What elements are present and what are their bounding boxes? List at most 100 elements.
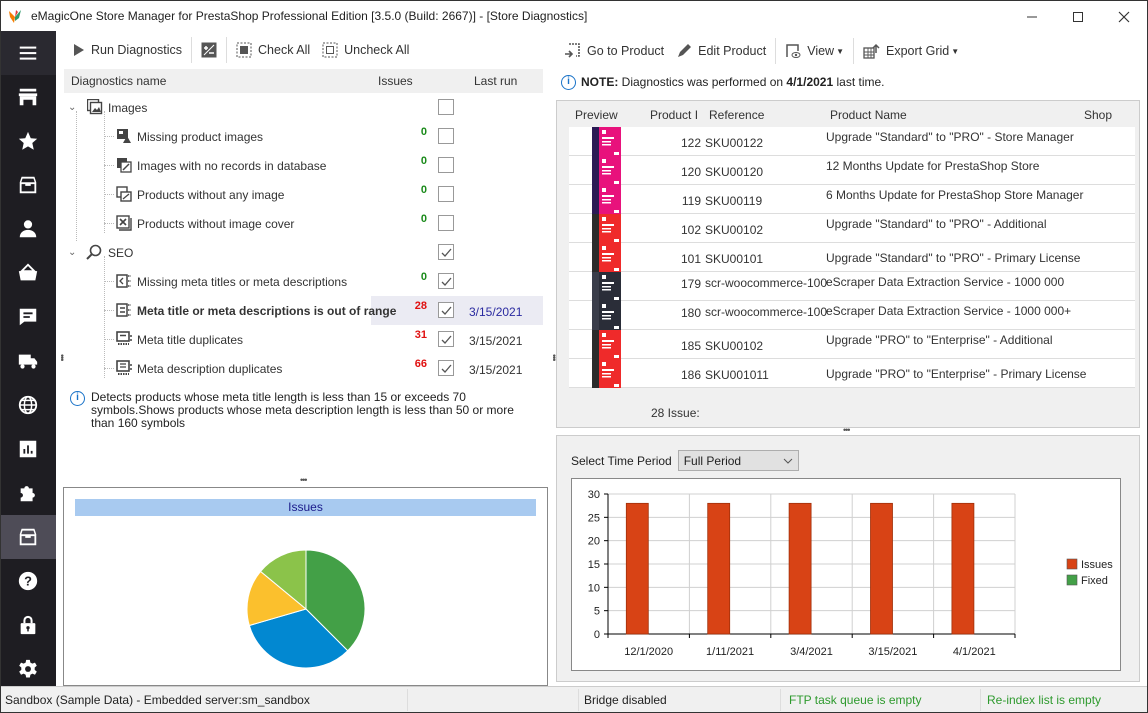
chart-icon (19, 440, 37, 458)
maximize-button[interactable] (1055, 1, 1101, 32)
chevron-down-icon[interactable]: ⌄ (68, 247, 76, 258)
dropdown-arrow-icon: ▼ (951, 46, 960, 56)
sidebar-item-messages[interactable] (0, 295, 56, 339)
row-checkbox[interactable] (438, 128, 454, 144)
truck-icon (18, 354, 38, 369)
sidebar-item-orders[interactable] (0, 251, 56, 295)
product-row[interactable]: 120 SKU00120 12 Months Update for PrestaSh… (569, 156, 1135, 185)
column-header-shop[interactable]: Shop (1084, 108, 1112, 122)
product-row[interactable]: 119 SKU00119 6 Months Update for PrestaSho… (569, 185, 1135, 214)
product-reference: SKU00120 (705, 165, 764, 179)
history-chart-panel: Select Time Period Full Period 0 5 10 15 20 2… (556, 435, 1140, 682)
run-diagnostics-button[interactable]: Run Diagnostics (70, 41, 185, 59)
toolbar-separator (226, 37, 228, 63)
legend-swatch-fixed (1066, 574, 1078, 586)
check-icon (441, 248, 451, 257)
row-checkbox[interactable] (438, 360, 454, 376)
sidebar-item-catalog[interactable] (0, 163, 56, 207)
product-thumbnail (592, 330, 621, 359)
go-to-product-button[interactable]: Go to Product (561, 41, 667, 61)
sidebar-item-reports[interactable] (0, 427, 56, 471)
minimize-button[interactable] (1009, 1, 1055, 32)
tree-row[interactable]: Missing product images 0 (64, 122, 543, 151)
sidebar-item-settings[interactable] (0, 647, 56, 691)
row-checkbox[interactable] (438, 302, 454, 318)
product-row[interactable]: 185 SKU00102 Upgrade "PRO" to "Enterprise"… (569, 330, 1135, 359)
y-tick-label: 15 (588, 559, 600, 571)
column-header-issues[interactable]: Issues (378, 74, 413, 88)
chevron-down-icon[interactable]: ⌄ (68, 102, 76, 113)
product-thumbnail (592, 127, 621, 156)
row-checkbox[interactable] (438, 215, 454, 231)
sidebar-item-favorites[interactable] (0, 119, 56, 163)
column-header-last-run[interactable]: Last run (474, 74, 517, 88)
column-header-name[interactable]: Diagnostics name (71, 74, 166, 88)
group-checkbox-seo[interactable] (438, 244, 454, 260)
group-checkbox-images[interactable] (438, 99, 454, 115)
sidebar-item-addons[interactable] (0, 471, 56, 515)
issue-count: 31 (414, 329, 427, 341)
issue-count: 0 (420, 271, 427, 283)
product-row[interactable]: 102 SKU00102 Upgrade "Standard" to "PRO" -… (569, 214, 1135, 243)
uncheck-all-button[interactable]: Uncheck All (319, 40, 412, 60)
row-checkbox[interactable] (438, 157, 454, 173)
hamburger-icon (19, 46, 37, 60)
product-row[interactable]: 122 SKU00122 Upgrade "Standard" to "PRO" -… (569, 127, 1135, 156)
view-dropdown-button[interactable]: View ▼ (782, 41, 847, 61)
status-connection: Sandbox (Sample Data) - Embedded server:… (5, 693, 310, 707)
check-all-button[interactable]: Check All (233, 40, 313, 60)
product-row[interactable]: 101 SKU00101 Upgrade "Standard" to "PRO" -… (569, 243, 1135, 272)
expand-collapse-button[interactable] (198, 40, 220, 60)
legend-label-issues: Issues (1081, 559, 1113, 571)
basket-icon (18, 263, 38, 281)
product-row[interactable]: 186 SKU001011 Upgrade "PRO" to "Enterprise… (569, 359, 1135, 388)
product-reference: SKU00102 (705, 339, 764, 353)
row-checkbox[interactable] (438, 186, 454, 202)
status-bar: Sandbox (Sample Data) - Embedded server:… (0, 686, 1148, 713)
tree-group-images[interactable]: ⌄ Images (64, 93, 543, 122)
last-run-date: 3/15/2021 (469, 305, 523, 319)
column-header-product-id[interactable]: Product I (650, 108, 698, 122)
splitter-handle[interactable]: ••• (843, 425, 851, 435)
results-toolbar: Go to Product Edit Product View ▼ Export… (556, 31, 1148, 71)
issue-count: 0 (420, 213, 427, 225)
tree-row-selected[interactable]: Meta title or meta descriptions is out o… (64, 296, 543, 325)
left-splitter-handle[interactable]: ••• (57, 354, 67, 360)
sidebar-item-localization[interactable] (0, 383, 56, 427)
bar-issues-4 (951, 502, 975, 635)
column-header-preview[interactable]: Preview (575, 108, 618, 122)
product-row[interactable]: 180 scr-woocommerce-100 eScraper Data Extr… (569, 301, 1135, 330)
sidebar-item-menu[interactable] (0, 31, 56, 75)
row-checkbox[interactable] (438, 331, 454, 347)
tree-row[interactable]: Products without any image 0 (64, 180, 543, 209)
sidebar-item-store-diagnostics[interactable] (0, 515, 56, 559)
time-period-dropdown[interactable]: Full Period (677, 450, 799, 471)
tree-row[interactable]: Meta description duplicates 66 3/15/2021 (64, 354, 543, 383)
sidebar-item-shipping[interactable] (0, 339, 56, 383)
export-grid-button[interactable]: Export Grid ▼ (860, 41, 962, 61)
tree-row[interactable]: Images with no records in database 0 (64, 151, 543, 180)
sidebar-item-store[interactable] (0, 75, 56, 119)
tree-row[interactable]: Missing meta titles or meta descriptions… (64, 267, 543, 296)
tree-group-seo[interactable]: ⌄ SEO (64, 238, 543, 267)
product-reference: SKU001011 (705, 368, 769, 382)
tree-group-label: SEO (108, 246, 134, 260)
edit-product-button[interactable]: Edit Product (673, 41, 769, 61)
column-header-reference[interactable]: Reference (709, 108, 764, 122)
app-logo-icon (7, 8, 23, 24)
x-tick-label: 3/15/2021 (868, 646, 917, 658)
product-row[interactable]: 179 scr-woocommerce-100 eScraper Data Extr… (569, 272, 1135, 301)
row-checkbox[interactable] (438, 273, 454, 289)
sidebar-item-customers[interactable] (0, 207, 56, 251)
pencil-icon (678, 44, 692, 57)
product-id: 122 (680, 136, 701, 150)
tree-row[interactable]: Products without image cover 0 (64, 209, 543, 238)
sidebar-item-help[interactable]: ? (0, 559, 56, 603)
column-header-product-name[interactable]: Product Name (830, 108, 907, 122)
y-tick-label: 25 (588, 512, 600, 524)
tree-row[interactable]: Meta title duplicates 31 3/15/2021 (64, 325, 543, 354)
close-button[interactable] (1101, 1, 1147, 32)
issues-count-summary: 28 Issue: (651, 406, 700, 420)
splitter-handle[interactable]: ••• (300, 475, 308, 485)
sidebar-item-security[interactable] (0, 603, 56, 647)
